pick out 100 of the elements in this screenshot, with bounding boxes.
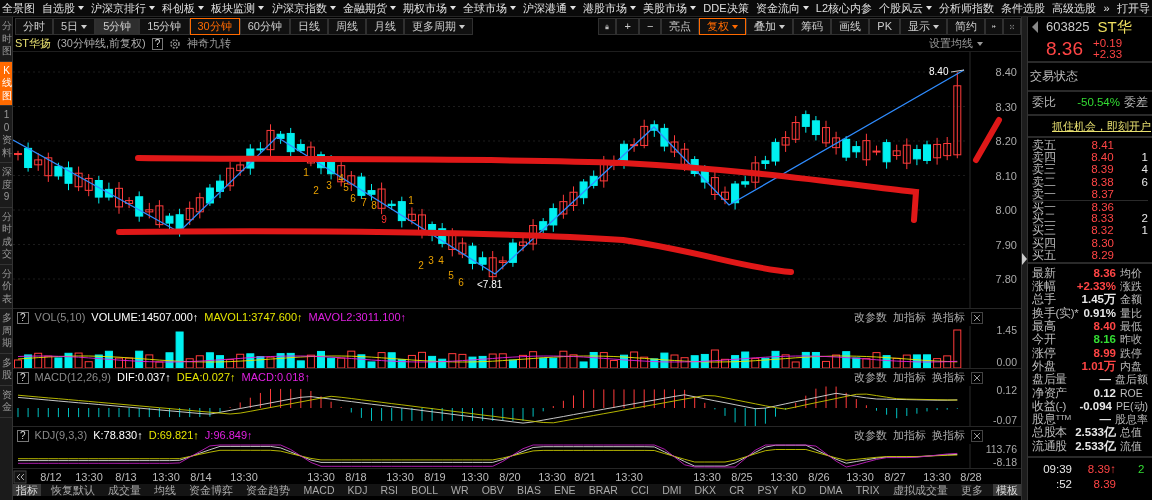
toolbar-button[interactable]: 画线 [831,18,870,35]
toolbar-button[interactable]: 筹码 [793,18,832,35]
menu-item[interactable]: 板块监测 [211,0,265,16]
menu-item[interactable]: 条件选股 [1001,0,1046,16]
indicator-tab[interactable]: CR [726,484,748,496]
toolbar-button[interactable]: + [616,18,639,35]
indicator-tab[interactable]: 更多 [957,484,986,496]
menu-item[interactable]: 资金流向 [755,0,809,16]
menu-item[interactable]: 港股市场 [583,0,637,16]
account-ad-link[interactable]: 抓住机会，即刻开户 [1028,115,1152,138]
panel-action-link[interactable]: 改参数 [854,309,887,326]
help-button[interactable]: ? [151,37,164,50]
menu-item[interactable]: 沪深港通 [523,0,576,16]
indicator-tab[interactable]: BIAS [513,484,544,496]
order-price: 8.30 [1090,236,1114,249]
side-tab[interactable]: 多周期 [0,309,12,354]
time-axis-label: 13:30 [846,471,874,483]
side-tab[interactable]: 分价表 [0,264,12,309]
panel-action-link[interactable]: 换指标 [932,309,965,326]
panel-action-link[interactable]: 加指标 [893,369,926,386]
side-tab[interactable]: 分时图 [0,17,12,62]
toolbar-button[interactable]: − [638,18,662,35]
indicator-tab[interactable]: 指标 [13,484,41,496]
period-tab[interactable]: 更多周期 [404,18,473,35]
side-tab[interactable]: 深度9 [0,163,12,208]
menu-item[interactable]: 全景图 [2,0,35,16]
indicator-tab[interactable]: 成交量 [105,484,145,496]
indicator-tab[interactable]: BOLL [408,484,441,496]
side-tab[interactable]: 多股 [0,353,12,386]
side-tab[interactable]: 10资料 [0,106,12,163]
indicator-tab[interactable]: DMA [816,484,846,496]
time-axis-label: 8/18 [345,471,367,483]
panel-action-link[interactable]: 加指标 [893,309,926,326]
period-tab[interactable]: 日线 [290,18,328,35]
help-button[interactable]: ? [17,429,29,442]
order-diff-label: 委差 [1124,95,1148,111]
panel-action-link[interactable]: 加指标 [893,427,926,444]
menu-item[interactable]: 分析师指数 [939,0,995,16]
indicator-tab[interactable]: RSI [377,484,402,496]
toolbar-button[interactable]: 亮点 [661,18,700,35]
menu-item[interactable]: » [1103,0,1110,16]
indicator-tab[interactable]: TRIX [852,484,883,496]
order-price: 8.41 [1090,139,1114,152]
period-tab[interactable]: 月线 [366,18,404,35]
menu-item[interactable]: 沪深京指数 [271,0,336,16]
period-tab[interactable]: 60分钟 [239,18,290,35]
help-button[interactable]: ? [17,311,29,324]
indicator-tab[interactable]: 模板 [992,484,1021,496]
toolbar-button[interactable]: 复权 [699,18,747,35]
order-volume: 6 [1141,175,1148,188]
toolbar-button[interactable]: PK [869,18,900,35]
indicator-tab[interactable]: 均线 [151,484,180,496]
period-tab[interactable]: 30分钟 [189,18,240,35]
side-tab[interactable]: 分时成交 [0,207,12,265]
period-tab[interactable]: 周线 [328,18,366,35]
order-level-label: 卖三 [1032,163,1057,176]
indicator-tab[interactable]: 虚拟成交量 [889,484,951,496]
indicator-tab[interactable]: 资金博弈 [186,484,237,496]
indicator-tab[interactable]: WR [448,484,472,496]
indicator-tab[interactable]: 资金趋势 [243,484,294,496]
indicator-tab[interactable]: DMI [659,484,685,496]
menu-item[interactable]: DDE决策 [703,0,749,16]
period-tab[interactable]: 5日 [53,18,96,35]
menu-item[interactable]: 沪深京排行 [91,0,156,16]
panel-action-link[interactable]: 换指标 [932,427,965,444]
menu-item[interactable]: 打开导 [1116,0,1150,16]
menu-item[interactable]: 个股风云 [879,0,933,16]
indicator-tab[interactable]: OBV [478,484,507,496]
indicator-tab[interactable]: 恢复默认 [48,484,99,496]
menu-item[interactable]: 科创板 [162,0,205,16]
help-button[interactable]: ? [17,371,29,384]
menu-item[interactable]: 金融期货 [342,0,396,16]
indicator-tab[interactable]: KDJ [344,484,371,496]
toolbar-button[interactable]: 显示 [900,18,947,35]
indicator-tab[interactable]: CCI [627,484,653,496]
period-tab[interactable]: 5分钟 [95,18,140,35]
period-tab[interactable]: 15分钟 [139,18,190,35]
indicator-tab[interactable]: ENE [551,484,579,496]
panel-action-link[interactable]: 改参数 [854,427,887,444]
menu-item[interactable]: 高级选股 [1052,0,1097,16]
indicator-tab[interactable]: KD [788,484,810,496]
panel-action-link[interactable]: 换指标 [932,369,965,386]
period-tab[interactable]: 分时 [15,18,53,35]
toolbar-button[interactable]: 简约 [947,18,985,35]
menu-item[interactable]: 全球市场 [462,0,516,16]
menu-item[interactable]: 自选股 [42,0,85,16]
order-level-label: 卖五 [1032,139,1057,152]
indicator-tab[interactable]: MACD [300,484,338,496]
menu-item[interactable]: 美股市场 [643,0,697,16]
indicator-tab[interactable]: DKX [691,484,720,496]
toolbar-button[interactable]: 叠加 [746,18,794,35]
panel-action-link[interactable]: 改参数 [854,369,887,386]
ma-setting-link[interactable]: 设置均线 [929,35,983,52]
indicator-tab[interactable]: BRAR [585,484,621,496]
menu-item[interactable]: 期权市场 [402,0,456,16]
menu-item[interactable]: L2核心内参 [815,0,872,16]
side-tab[interactable]: 资金 [0,385,12,418]
order-ratio-value: -50.54% [1077,95,1120,111]
order-level-label: 买四 [1032,236,1057,249]
indicator-tab[interactable]: PSY [754,484,782,496]
